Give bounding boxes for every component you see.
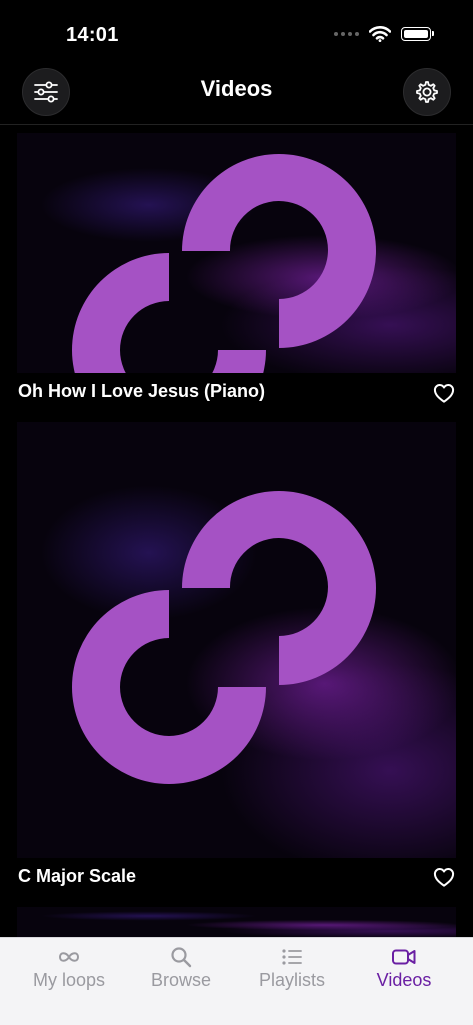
tab-bar: My loops Browse Playlists Videos <box>0 937 473 1025</box>
settings-button[interactable] <box>403 68 451 116</box>
video-list[interactable]: Oh How I Love Jesus (Piano) C Major Scal… <box>0 125 473 937</box>
wifi-icon <box>369 26 391 42</box>
tab-label: My loops <box>32 970 106 990</box>
loop-logo-icon <box>72 154 376 373</box>
list-icon <box>282 949 302 965</box>
tab-label: Browse <box>150 970 212 990</box>
tab-playlists[interactable]: Playlists <box>237 946 347 991</box>
video-title[interactable]: C Major Scale <box>18 866 136 887</box>
nav-bar: Videos <box>0 62 473 125</box>
video-card[interactable]: Oh How I Love Jesus (Piano) <box>0 125 473 417</box>
battery-icon <box>401 27 434 41</box>
video-thumbnail[interactable] <box>17 907 456 937</box>
tab-label: Videos <box>376 970 432 990</box>
status-time: 14:01 <box>66 24 119 46</box>
tab-label: Playlists <box>258 970 325 990</box>
video-card[interactable] <box>0 907 473 937</box>
tab-videos[interactable]: Videos <box>349 946 459 991</box>
heart-icon[interactable] <box>433 383 455 403</box>
heart-icon[interactable] <box>433 867 455 887</box>
video-title[interactable]: Oh How I Love Jesus (Piano) <box>18 381 265 402</box>
gear-icon <box>416 81 438 103</box>
infinity-icon <box>58 952 80 962</box>
video-thumbnail[interactable] <box>17 133 456 373</box>
video-thumbnail[interactable] <box>17 422 456 858</box>
tab-my-loops[interactable]: My loops <box>14 946 124 991</box>
status-bar: 14:01 <box>0 0 473 62</box>
tab-browse[interactable]: Browse <box>126 946 236 991</box>
loop-logo-icon <box>72 491 376 784</box>
cellular-signal-icon <box>334 32 359 36</box>
video-camera-icon <box>392 949 416 965</box>
status-icons <box>334 26 434 42</box>
video-card[interactable]: C Major Scale <box>0 422 473 902</box>
page-title: Videos <box>200 76 273 101</box>
search-icon <box>171 947 192 968</box>
